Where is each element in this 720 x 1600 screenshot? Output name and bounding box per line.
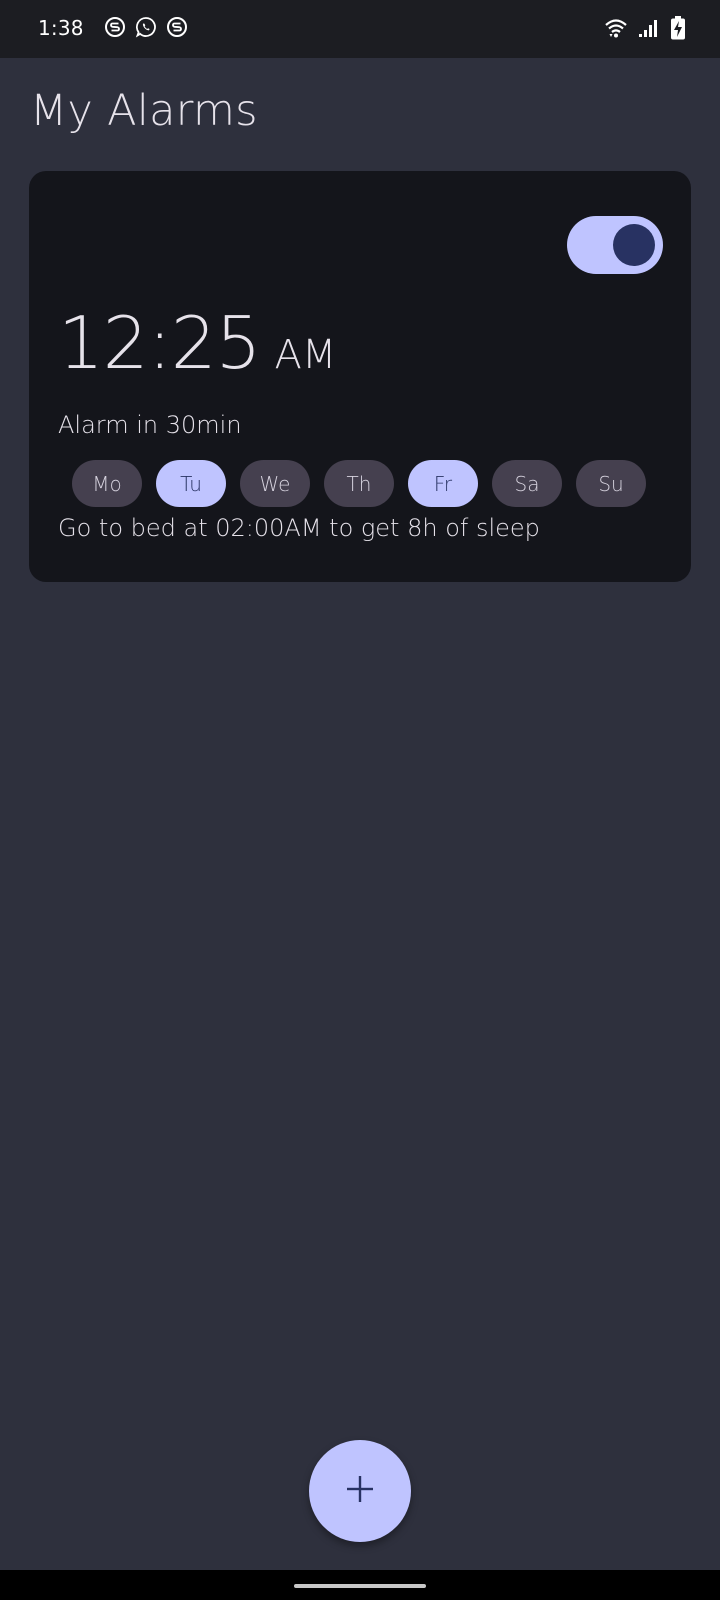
add-alarm-button[interactable] (309, 1440, 411, 1542)
alarm-ampm: AM (274, 332, 337, 378)
status-time: 1:38 (38, 16, 84, 40)
notification-icons (104, 16, 188, 38)
day-chip-sa[interactable]: Sa (492, 460, 562, 507)
day-chip-th[interactable]: Th (324, 460, 394, 507)
repeat-days: Mo Tu We Th Fr Sa Su (72, 460, 646, 507)
cellular-signal-icon (638, 18, 660, 38)
day-chip-su[interactable]: Su (576, 460, 646, 507)
alarm-time: 12:25 (58, 301, 261, 385)
system-icons (604, 16, 686, 40)
wifi-icon (604, 17, 628, 39)
alarm-time-row: 12:25 AM (58, 301, 336, 385)
toggle-knob (613, 224, 655, 266)
alarm-card[interactable]: 12:25 AM Alarm in 30min Mo Tu We Th Fr S… (29, 171, 691, 582)
battery-charging-icon (670, 16, 686, 40)
navigation-bar (0, 1570, 720, 1600)
home-gesture-handle[interactable] (294, 1584, 426, 1588)
s-app-icon (166, 16, 188, 38)
whatsapp-icon (135, 16, 157, 38)
day-chip-mo[interactable]: Mo (72, 460, 142, 507)
page-title: My Alarms (30, 86, 258, 136)
status-bar: 1:38 (0, 0, 720, 58)
day-chip-we[interactable]: We (240, 460, 310, 507)
bedtime-hint: Go to bed at 02:00AM to get 8h of sleep (58, 514, 540, 542)
alarm-enabled-toggle[interactable] (567, 216, 663, 274)
alarm-countdown: Alarm in 30min (58, 411, 242, 439)
plus-icon (345, 1474, 375, 1508)
day-chip-fr[interactable]: Fr (408, 460, 478, 507)
day-chip-tu[interactable]: Tu (156, 460, 226, 507)
s-app-icon (104, 16, 126, 38)
